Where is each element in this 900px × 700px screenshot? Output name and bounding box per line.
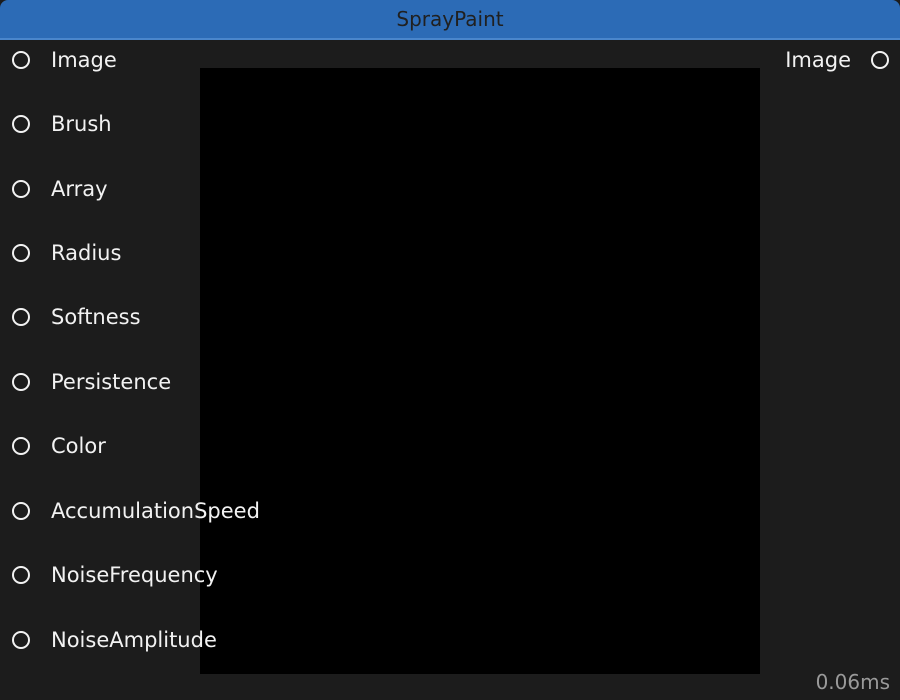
input-port-label: Softness bbox=[51, 305, 141, 329]
input-port-label: AccumulationSpeed bbox=[51, 499, 260, 523]
input-port-label: Brush bbox=[51, 112, 112, 136]
port-circle-icon[interactable] bbox=[12, 502, 30, 520]
input-port-image[interactable]: Image bbox=[0, 45, 117, 75]
input-port-array[interactable]: Array bbox=[0, 174, 108, 204]
input-port-color[interactable]: Color bbox=[0, 431, 106, 461]
image-preview bbox=[200, 68, 760, 674]
input-port-label: Radius bbox=[51, 241, 122, 265]
input-port-label: Color bbox=[51, 434, 106, 458]
input-port-softness[interactable]: Softness bbox=[0, 302, 141, 332]
port-circle-icon[interactable] bbox=[12, 51, 30, 69]
port-circle-icon[interactable] bbox=[12, 244, 30, 262]
port-circle-icon[interactable] bbox=[12, 437, 30, 455]
output-port-image[interactable]: Image bbox=[785, 45, 889, 75]
input-port-accumulationspeed[interactable]: AccumulationSpeed bbox=[0, 496, 260, 526]
input-port-label: Image bbox=[51, 48, 117, 72]
input-port-noiseamplitude[interactable]: NoiseAmplitude bbox=[0, 625, 217, 655]
input-port-label: NoiseFrequency bbox=[51, 563, 218, 587]
input-port-noisefrequency[interactable]: NoiseFrequency bbox=[0, 560, 218, 590]
input-port-radius[interactable]: Radius bbox=[0, 238, 121, 268]
port-circle-icon[interactable] bbox=[12, 631, 30, 649]
port-circle-icon[interactable] bbox=[12, 115, 30, 133]
node-titlebar[interactable]: SprayPaint bbox=[0, 0, 900, 40]
input-port-label: Array bbox=[51, 177, 108, 201]
input-port-label: NoiseAmplitude bbox=[51, 628, 217, 652]
execution-time-label: 0.06ms bbox=[815, 670, 890, 694]
input-port-persistence[interactable]: Persistence bbox=[0, 367, 171, 397]
port-circle-icon[interactable] bbox=[12, 180, 30, 198]
port-circle-icon[interactable] bbox=[12, 373, 30, 391]
input-port-label: Persistence bbox=[51, 370, 172, 394]
port-circle-icon[interactable] bbox=[12, 308, 30, 326]
spraypaint-node[interactable]: SprayPaint Image Brush Array Radius Soft… bbox=[0, 0, 900, 700]
output-port-label: Image bbox=[785, 48, 851, 72]
node-title: SprayPaint bbox=[396, 7, 504, 31]
port-circle-icon[interactable] bbox=[12, 566, 30, 584]
port-circle-icon[interactable] bbox=[871, 51, 889, 69]
input-port-brush[interactable]: Brush bbox=[0, 109, 112, 139]
